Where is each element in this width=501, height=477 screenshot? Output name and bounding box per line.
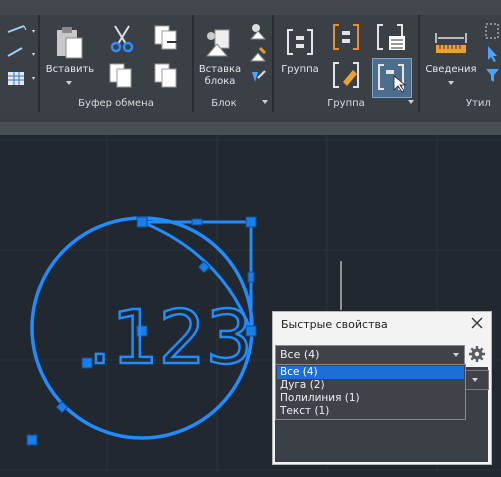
- ungroup-icon[interactable]: [331, 22, 361, 52]
- insert-block-label-line1[interactable]: Вставка: [196, 64, 244, 76]
- select-cursor-icon[interactable]: [484, 44, 501, 64]
- ribbon-bottom-bar: [0, 112, 501, 122]
- group-button-label[interactable]: Группа: [278, 64, 322, 76]
- measure-icon[interactable]: [434, 30, 468, 56]
- paste-dropdown-arrow[interactable]: [66, 81, 72, 85]
- dropdown-option-arc[interactable]: Дуга (2): [277, 379, 464, 392]
- block-panel-expand-arrow[interactable]: [262, 100, 268, 104]
- selected-text[interactable]: .123: [87, 294, 254, 383]
- gear-icon[interactable]: [468, 345, 486, 363]
- group-panel-title[interactable]: Группа: [274, 96, 418, 112]
- property-value-dropdown[interactable]: [463, 370, 489, 390]
- chevron-down-icon: [472, 378, 478, 382]
- group-icon[interactable]: [285, 27, 315, 57]
- paste-button-label[interactable]: Вставить: [44, 64, 96, 76]
- group-selection-icon[interactable]: [376, 62, 408, 94]
- copy-icon[interactable]: [108, 62, 134, 90]
- object-type-select[interactable]: Все (4): [275, 345, 465, 365]
- quick-select-icon[interactable]: [484, 22, 501, 42]
- clipboard-panel-title[interactable]: Буфер обмена: [40, 96, 192, 112]
- edit-block-icon[interactable]: [248, 44, 268, 64]
- insert-block-label-line2[interactable]: блока: [196, 76, 244, 88]
- block-attributes-icon[interactable]: [248, 66, 268, 86]
- copy-with-basepoint-icon[interactable]: [153, 24, 181, 54]
- object-type-dropdown-list: Все (4) Дуга (2) Полилиния (1) Текст (1): [275, 364, 466, 420]
- close-icon[interactable]: [469, 315, 485, 331]
- utilities-panel-title[interactable]: Утил: [466, 96, 501, 112]
- object-type-selected: Все (4): [280, 348, 320, 361]
- group-edit-icon[interactable]: [331, 60, 361, 92]
- dropdown-option-text[interactable]: Текст (1): [277, 405, 464, 418]
- block-panel-title[interactable]: Блок: [194, 96, 254, 112]
- insert-block-icon[interactable]: [203, 26, 237, 60]
- measure-button-label[interactable]: Сведения: [422, 64, 480, 76]
- draw-tools-icon[interactable]: [4, 22, 38, 90]
- cut-icon[interactable]: [108, 24, 136, 54]
- file-tabs-bar: [0, 122, 501, 135]
- quick-properties-title: Быстрые свойства: [281, 318, 388, 331]
- chevron-down-icon: [453, 353, 459, 357]
- dropdown-option-all[interactable]: Все (4): [277, 366, 464, 379]
- filter-icon[interactable]: [484, 66, 501, 86]
- group-panel-expand-arrow[interactable]: [408, 100, 414, 104]
- measure-dropdown-arrow[interactable]: [448, 81, 454, 85]
- group-manager-icon[interactable]: [375, 22, 407, 52]
- create-block-icon[interactable]: [248, 22, 268, 42]
- paste-special-icon[interactable]: [153, 62, 181, 90]
- ribbon: Вставить Буфер обмена Вставка блока Блок…: [0, 0, 501, 112]
- dropdown-option-polyline[interactable]: Полилиния (1): [277, 392, 464, 405]
- paste-icon[interactable]: [54, 26, 86, 60]
